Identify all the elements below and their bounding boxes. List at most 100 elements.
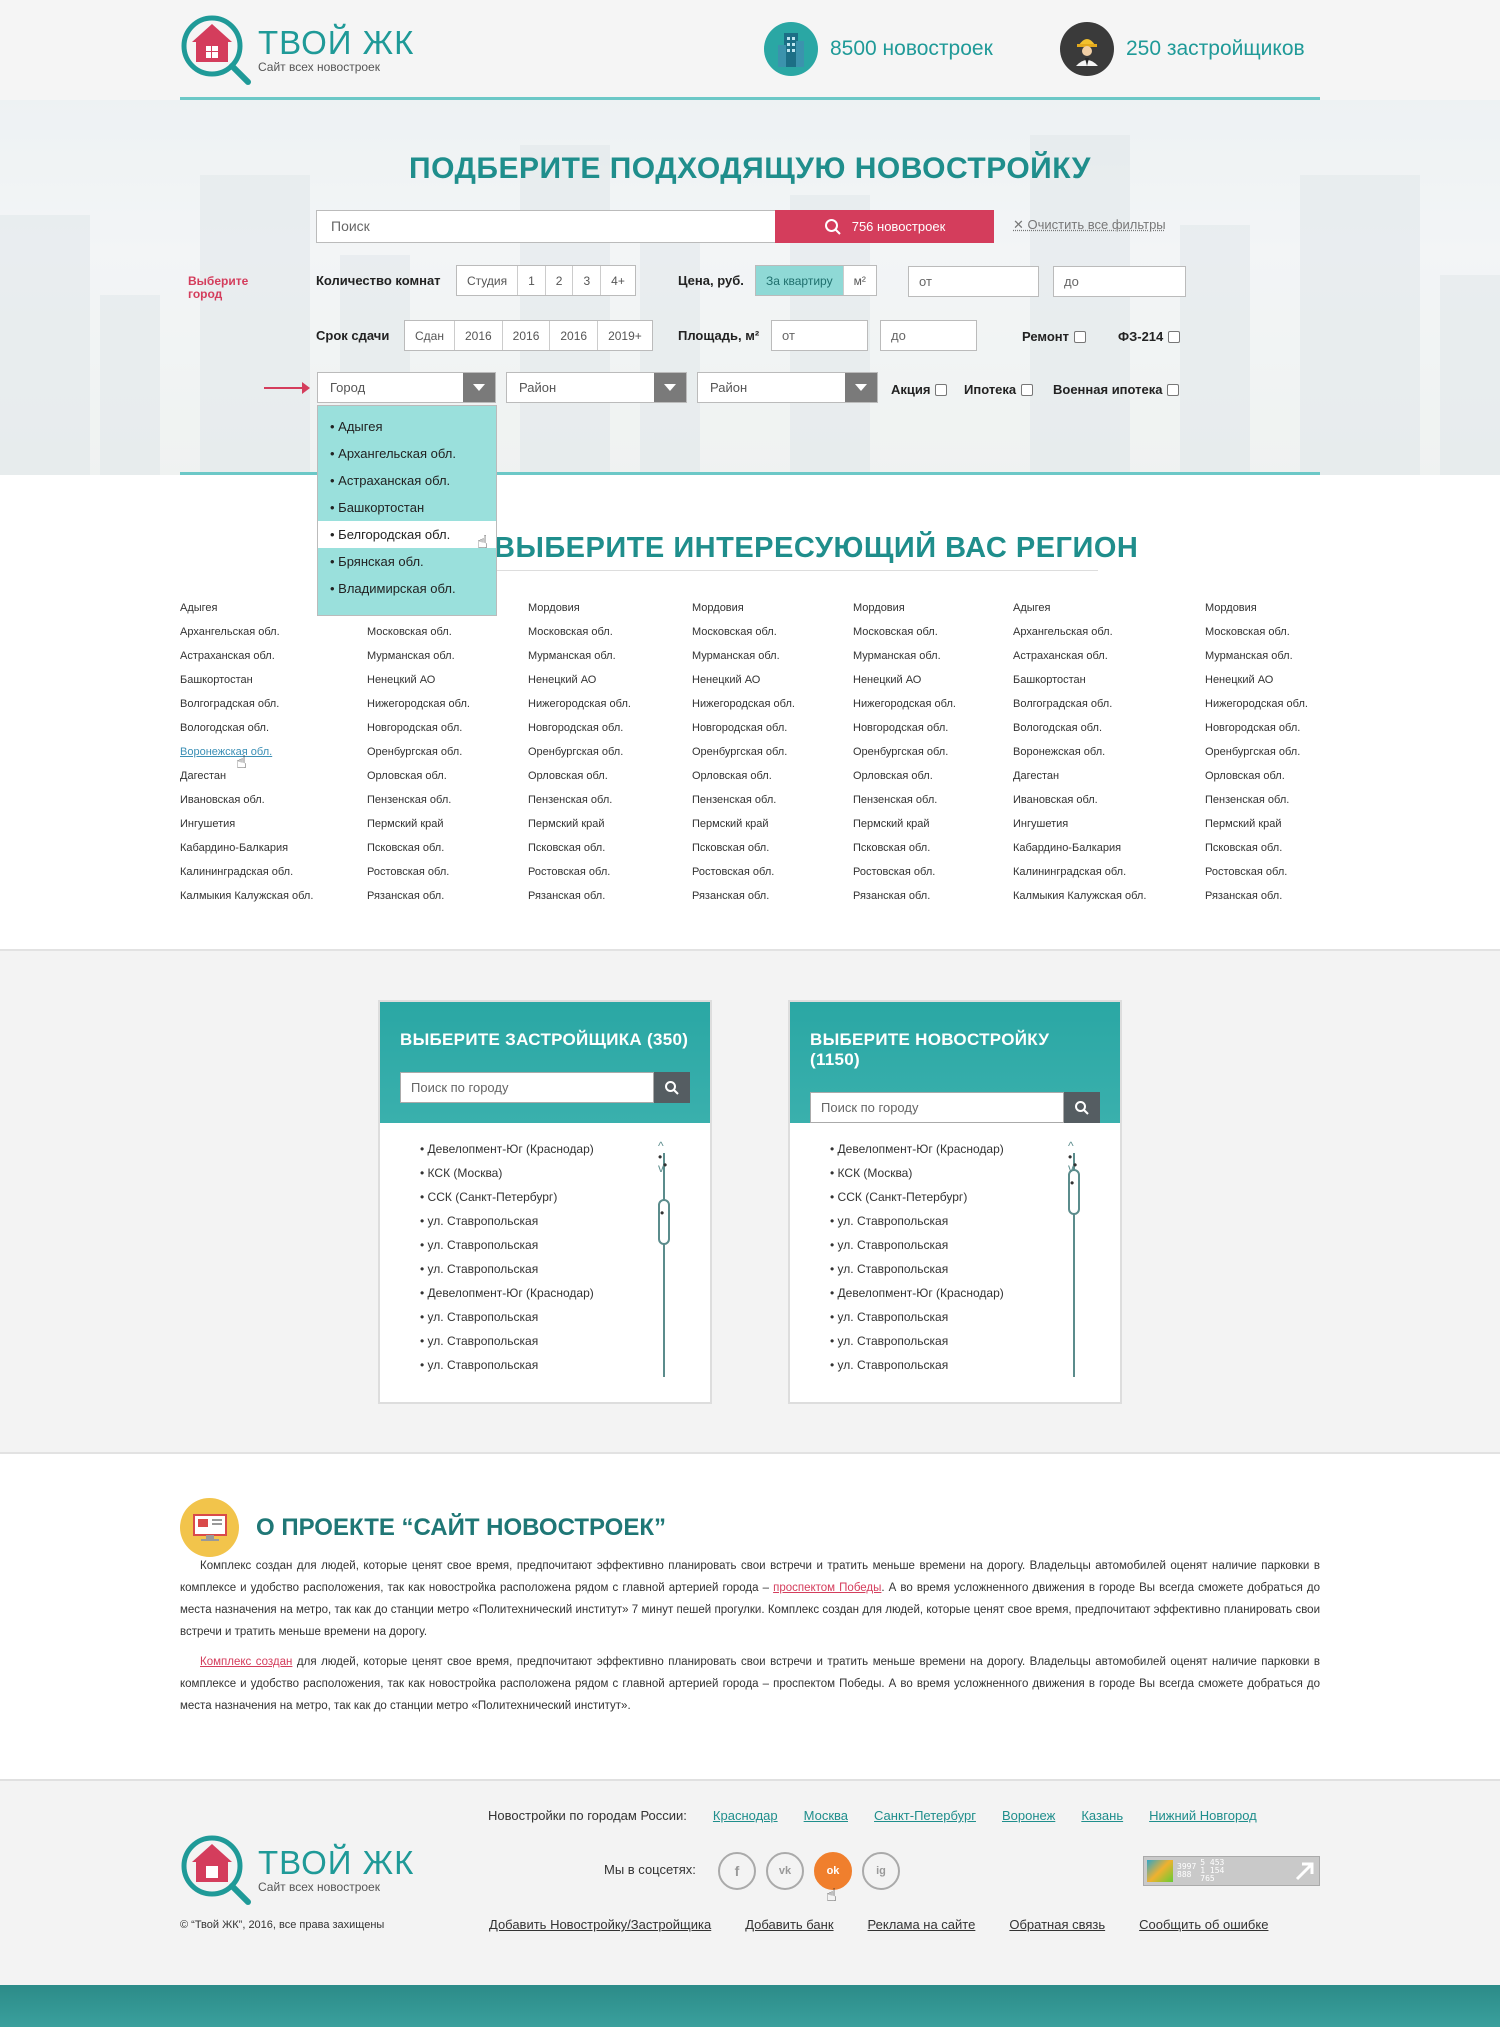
region-link[interactable]: Новгородская обл. — [853, 718, 956, 742]
price-mode-per-m2[interactable]: м² — [844, 266, 876, 295]
region-link[interactable]: Новгородская обл. — [367, 718, 470, 742]
list-item[interactable]: ул. Ставропольская — [830, 1329, 1120, 1353]
region-link[interactable]: Ростовская обл. — [692, 862, 795, 886]
price-from-input[interactable]: от — [908, 266, 1039, 297]
region-link[interactable]: Пермский край — [367, 814, 470, 838]
list-item[interactable]: ул. Ставропольская — [420, 1329, 710, 1353]
price-to-input[interactable]: до — [1053, 266, 1186, 297]
region-link[interactable]: Архангельская обл. — [1013, 622, 1146, 646]
scrollbar[interactable]: ^v — [1068, 1140, 1080, 1377]
dropdown-option[interactable]: Брянская обл. — [318, 548, 496, 575]
region-link[interactable]: Ивановская обл. — [180, 790, 313, 814]
region-link[interactable]: Оренбургская обл. — [367, 742, 470, 766]
region-link[interactable]: Пермский край — [853, 814, 956, 838]
region-link[interactable]: Мурманская обл. — [367, 646, 470, 670]
region-link[interactable]: Адыгея — [180, 598, 313, 622]
region-link[interactable]: Пензенская обл. — [367, 790, 470, 814]
region-link[interactable]: Калмыкия Калужская обл. — [180, 886, 313, 910]
room-option[interactable]: 1 — [518, 266, 546, 295]
region-link[interactable]: Московская обл. — [1205, 622, 1308, 646]
region-link[interactable]: Ростовская обл. — [367, 862, 470, 886]
region-link[interactable]: Ивановская обл. — [1013, 790, 1146, 814]
deadline-option[interactable]: 2016 — [503, 321, 551, 350]
region-link[interactable]: Нижегородская обл. — [528, 694, 631, 718]
region-link[interactable]: Московская обл. — [528, 622, 631, 646]
region-link[interactable]: Ростовская обл. — [853, 862, 956, 886]
region-link[interactable]: Пензенская обл. — [528, 790, 631, 814]
list-item[interactable]: ул. Ставропольская — [830, 1233, 1120, 1257]
region-link[interactable]: Ненецкий АО — [528, 670, 631, 694]
price-mode-per-flat[interactable]: За квартиру — [756, 266, 844, 295]
visit-counter[interactable]: 3997 888 5 453 1 154 765 — [1143, 1856, 1320, 1886]
region-link[interactable]: Пензенская обл. — [692, 790, 795, 814]
list-item[interactable]: ул. Ставропольская — [830, 1353, 1120, 1377]
footer-link[interactable]: Добавить Новостройку/Застройщика — [489, 1917, 711, 1932]
region-link[interactable]: Рязанская обл. — [1205, 886, 1308, 910]
region-link[interactable]: Волгоградская обл. — [180, 694, 313, 718]
region-link[interactable]: Пермский край — [528, 814, 631, 838]
region-link[interactable]: Нижегородская обл. — [853, 694, 956, 718]
list-item[interactable]: ул. Ставропольская — [830, 1257, 1120, 1281]
repair-checkbox[interactable]: Ремонт — [1022, 329, 1087, 344]
dropdown-option[interactable]: Белгородская обл. — [318, 521, 496, 548]
footer-link[interactable]: Обратная связь — [1009, 1917, 1105, 1932]
region-link[interactable]: Рязанская обл. — [528, 886, 631, 910]
list-item[interactable]: Девелопмент-Юг (Краснодар) — [420, 1281, 710, 1305]
region-link[interactable]: Орловская обл. — [367, 766, 470, 790]
region-link[interactable]: Кабардино-Балкария — [180, 838, 313, 862]
room-option[interactable]: 2 — [546, 266, 574, 295]
buildings-search-button[interactable] — [1064, 1092, 1100, 1123]
region-link[interactable]: Астраханская обл. — [180, 646, 313, 670]
region-link[interactable]: Мордовия — [528, 598, 631, 622]
region-link[interactable]: Башкортостан — [1013, 670, 1146, 694]
dropdown-option[interactable]: Владимирская обл. — [318, 575, 496, 602]
clear-filters-link[interactable]: ✕ Очистить все фильтры — [1013, 217, 1166, 233]
room-option[interactable]: 3 — [573, 266, 602, 295]
region-link[interactable]: Калининградская обл. — [1013, 862, 1146, 886]
region-link[interactable]: Мурманская обл. — [528, 646, 631, 670]
facebook-icon[interactable]: f — [718, 1852, 756, 1890]
region-link[interactable]: Ингушетия — [1013, 814, 1146, 838]
region-link[interactable]: Мордовия — [692, 598, 795, 622]
footer-city-link[interactable]: Казань — [1081, 1808, 1123, 1823]
region-link[interactable]: Нижегородская обл. — [1205, 694, 1308, 718]
region-link[interactable]: Калмыкия Калужская обл. — [1013, 886, 1146, 910]
checkbox-box[interactable] — [1168, 330, 1181, 343]
area-to-input[interactable]: до — [880, 320, 977, 351]
checkbox-box[interactable] — [1021, 383, 1034, 396]
region-link[interactable]: Рязанская обл. — [692, 886, 795, 910]
dropdown-option[interactable]: Архангельская обл. — [318, 440, 496, 467]
chevron-up-icon[interactable]: ^ — [1068, 1140, 1074, 1152]
region-link[interactable]: Калининградская обл. — [180, 862, 313, 886]
region-link[interactable]: Пензенская обл. — [1205, 790, 1308, 814]
region-link[interactable]: Дагестан — [1013, 766, 1146, 790]
footer-city-link[interactable]: Санкт-Петербург — [874, 1808, 976, 1823]
footer-link[interactable]: Сообщить об ошибке — [1139, 1917, 1268, 1932]
about-link-complex[interactable]: Комплекс создан — [200, 1656, 292, 1668]
region-link[interactable]: Кабардино-Балкария — [1013, 838, 1146, 862]
region-link[interactable]: Псковская обл. — [1205, 838, 1308, 862]
region-link[interactable]: Орловская обл. — [853, 766, 956, 790]
dropdown-option[interactable]: Адыгея — [318, 413, 496, 440]
scrollbar-thumb[interactable] — [1068, 1169, 1080, 1215]
footer-city-link[interactable]: Краснодар — [713, 1808, 778, 1823]
region-link[interactable]: Оренбургская обл. — [1205, 742, 1308, 766]
region-link[interactable]: Орловская обл. — [1205, 766, 1308, 790]
city-select[interactable]: Город — [317, 372, 496, 403]
list-item[interactable]: ул. Ставропольская — [420, 1257, 710, 1281]
chevron-down-icon[interactable]: v — [658, 1162, 664, 1174]
list-item[interactable]: ул. Ставропольская — [420, 1305, 710, 1329]
list-item[interactable]: ул. Ставропольская — [420, 1353, 710, 1377]
region-link[interactable]: Новгородская обл. — [528, 718, 631, 742]
logo[interactable]: ТВОЙ ЖК Сайт всех новостроек — [178, 12, 414, 88]
region-link[interactable]: Псковская обл. — [367, 838, 470, 862]
region-link[interactable]: Ненецкий АО — [1205, 670, 1308, 694]
region-link[interactable]: Рязанская обл. — [853, 886, 956, 910]
footer-logo[interactable]: ТВОЙ ЖК Сайт всех новостроек — [178, 1832, 414, 1908]
region-link[interactable]: Пермский край — [1205, 814, 1308, 838]
region-link[interactable]: Мурманская обл. — [1205, 646, 1308, 670]
region-link[interactable]: Рязанская обл. — [367, 886, 470, 910]
list-item[interactable]: Девелопмент-Юг (Краснодар) — [830, 1281, 1120, 1305]
mortgage-checkbox[interactable]: Ипотека — [964, 382, 1034, 397]
area-from-input[interactable]: от — [771, 320, 868, 351]
